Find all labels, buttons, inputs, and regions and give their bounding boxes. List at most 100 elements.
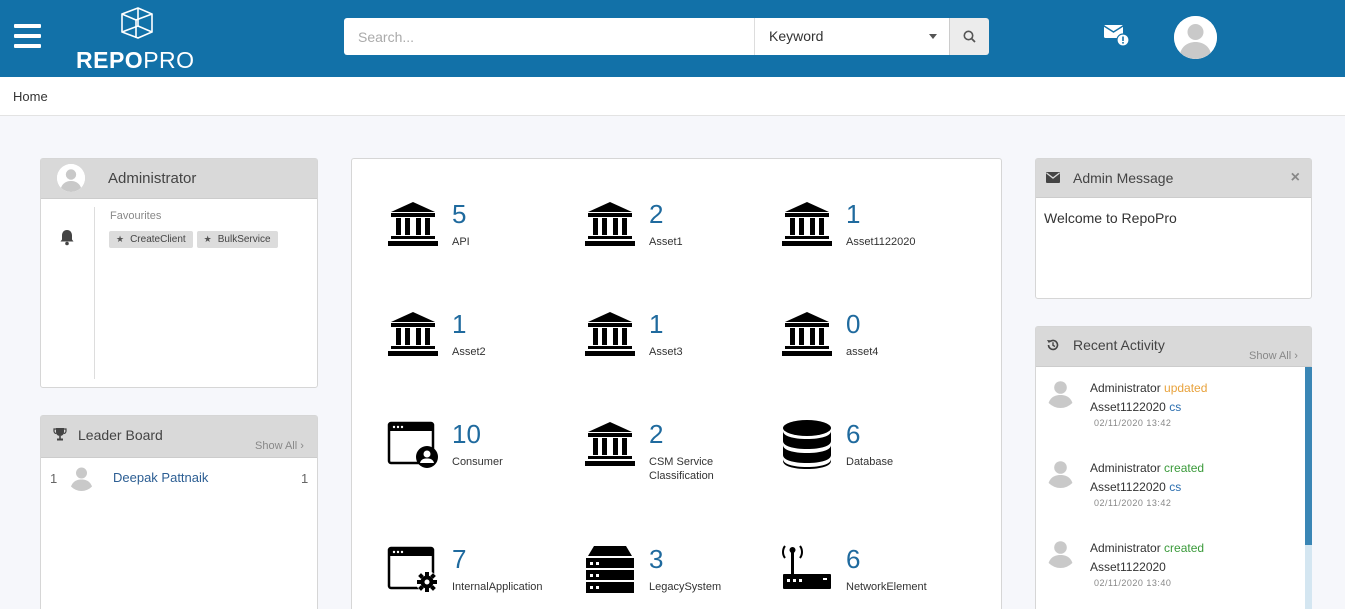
favourite-tag[interactable]: ★ CreateClient bbox=[109, 231, 193, 248]
mail-alert-icon[interactable] bbox=[1103, 24, 1131, 48]
activity-user: Administrator bbox=[1090, 381, 1161, 395]
asset-tile[interactable]: 1 Asset2 bbox=[387, 309, 577, 389]
recent-activity-show-all[interactable]: Show All › bbox=[1249, 350, 1298, 362]
activity-item: Administrator created Asset1122020 cs 02/1… bbox=[1044, 455, 1299, 525]
avatar bbox=[1044, 375, 1077, 408]
asset-count[interactable]: 5 bbox=[452, 199, 466, 230]
asset-tile[interactable]: 7 InternalApplication bbox=[387, 544, 577, 609]
leader-board-panel: Leader Board Show All › 1 Deepak Pattnai… bbox=[40, 415, 318, 609]
asset-count[interactable]: 10 bbox=[452, 419, 481, 450]
asset-count[interactable]: 0 bbox=[846, 309, 860, 340]
asset-label: Asset3 bbox=[649, 346, 683, 358]
bank-icon bbox=[584, 199, 636, 251]
asset-tile[interactable]: 6 Database bbox=[781, 419, 971, 499]
search-input[interactable] bbox=[344, 18, 754, 55]
admin-message-header: Admin Message × bbox=[1036, 159, 1311, 198]
user-silhouette-icon bbox=[1174, 16, 1217, 59]
avatar bbox=[1044, 455, 1077, 488]
activity-extra[interactable]: cs bbox=[1169, 480, 1181, 494]
activity-extra[interactable]: cs bbox=[1169, 400, 1181, 414]
leader-score: 1 bbox=[301, 471, 309, 486]
asset-tile[interactable]: 2 CSM Service Classification bbox=[584, 419, 774, 499]
database-icon bbox=[781, 419, 833, 471]
asset-tile[interactable]: 1 Asset1122020 bbox=[781, 199, 971, 279]
asset-count[interactable]: 2 bbox=[649, 419, 663, 450]
activity-scrollbar[interactable] bbox=[1305, 367, 1312, 609]
asset-tile[interactable]: 2 Asset1 bbox=[584, 199, 774, 279]
asset-label: Database bbox=[846, 456, 894, 468]
asset-count[interactable]: 1 bbox=[846, 199, 860, 230]
activity-user: Administrator bbox=[1090, 541, 1161, 555]
activity-item: Administrator updated Asset1122020 cs 02/1… bbox=[1044, 375, 1299, 445]
repopro-logo[interactable]: REPOPRO bbox=[76, 2, 200, 73]
asset-count[interactable]: 3 bbox=[649, 544, 663, 575]
history-icon bbox=[1047, 339, 1059, 351]
asset-count[interactable]: 1 bbox=[452, 309, 466, 340]
search-mode-select[interactable]: Keyword bbox=[754, 18, 949, 55]
bank-icon bbox=[781, 309, 833, 361]
asset-count[interactable]: 1 bbox=[649, 309, 663, 340]
envelope-icon bbox=[1046, 172, 1060, 183]
asset-label: Asset1122020 bbox=[846, 236, 916, 248]
bank-icon bbox=[584, 309, 636, 361]
caret-down-icon bbox=[929, 34, 937, 39]
favourite-tag[interactable]: ★ BulkService bbox=[196, 231, 278, 248]
activity-target: Asset1122020 cs bbox=[1090, 400, 1181, 414]
favourites-label: Favourites bbox=[110, 210, 162, 222]
asset-label: Asset2 bbox=[452, 346, 486, 358]
logo-text: REPOPRO bbox=[76, 47, 195, 73]
activity-user: Administrator bbox=[1090, 461, 1161, 475]
asset-label: asset4 bbox=[846, 346, 879, 358]
admin-message-body: Welcome to RepoPro bbox=[1044, 210, 1177, 226]
activity-summary: Administrator updated bbox=[1090, 381, 1207, 395]
star-icon: ★ bbox=[203, 234, 212, 244]
search-icon bbox=[963, 30, 976, 43]
search-button[interactable] bbox=[949, 18, 989, 55]
activity-target-name[interactable]: Asset1122020 bbox=[1090, 400, 1166, 414]
close-icon[interactable]: × bbox=[1291, 169, 1300, 187]
leader-name[interactable]: Deepak Pattnaik bbox=[113, 470, 208, 485]
asset-tile[interactable]: 6 NetworkElement bbox=[781, 544, 971, 609]
bank-icon bbox=[387, 309, 439, 361]
avatar bbox=[57, 164, 85, 192]
hamburger-menu-icon[interactable] bbox=[14, 24, 41, 48]
search-mode-value: Keyword bbox=[769, 28, 824, 44]
leader-board-show-all[interactable]: Show All › bbox=[255, 440, 304, 452]
asset-tile[interactable]: 5 API bbox=[387, 199, 577, 279]
user-name: Administrator bbox=[108, 170, 197, 187]
bank-icon bbox=[387, 199, 439, 251]
scrollbar-thumb[interactable] bbox=[1305, 367, 1312, 545]
bank-icon bbox=[584, 419, 636, 471]
asset-tile[interactable]: 10 Consumer bbox=[387, 419, 577, 499]
asset-tile[interactable]: 0 asset4 bbox=[781, 309, 971, 389]
activity-target: Asset1122020 bbox=[1090, 560, 1166, 574]
activity-time: 02/11/2020 13:42 bbox=[1094, 498, 1172, 508]
user-panel: Administrator Favourites ★ CreateClient ★… bbox=[40, 158, 318, 388]
divider bbox=[94, 207, 95, 379]
asset-label: Consumer bbox=[452, 456, 503, 468]
leader-rank: 1 bbox=[50, 471, 58, 486]
breadcrumb-home[interactable]: Home bbox=[13, 89, 48, 104]
asset-label: CSM Service Classification bbox=[649, 456, 714, 482]
asset-count[interactable]: 6 bbox=[846, 419, 860, 450]
activity-target-name[interactable]: Asset1122020 bbox=[1090, 480, 1166, 494]
asset-count[interactable]: 2 bbox=[649, 199, 663, 230]
activity-target-name[interactable]: Asset1122020 bbox=[1090, 560, 1166, 574]
user-avatar[interactable] bbox=[1174, 16, 1217, 59]
asset-label: NetworkElement bbox=[846, 581, 927, 593]
asset-grid-panel: 5 API 2 Asset1 1 Asset1122020 1 Asset2 1 Asset3 0 a… bbox=[351, 158, 1002, 609]
browser-gear-icon bbox=[387, 544, 439, 596]
favourites-list: ★ CreateClient ★ BulkService bbox=[109, 231, 278, 248]
cube-icon bbox=[121, 7, 153, 39]
asset-count[interactable]: 6 bbox=[846, 544, 860, 575]
activity-summary: Administrator created bbox=[1090, 461, 1204, 475]
avatar bbox=[1044, 535, 1077, 568]
top-header: REPOPRO Keyword bbox=[0, 0, 1345, 77]
asset-tile[interactable]: 3 LegacySystem bbox=[584, 544, 774, 609]
asset-count[interactable]: 7 bbox=[452, 544, 466, 575]
browser-user-icon bbox=[387, 419, 439, 471]
admin-message-title: Admin Message bbox=[1073, 170, 1174, 186]
asset-tile[interactable]: 1 Asset3 bbox=[584, 309, 774, 389]
bell-icon[interactable] bbox=[59, 229, 75, 246]
trophy-icon bbox=[53, 428, 67, 441]
